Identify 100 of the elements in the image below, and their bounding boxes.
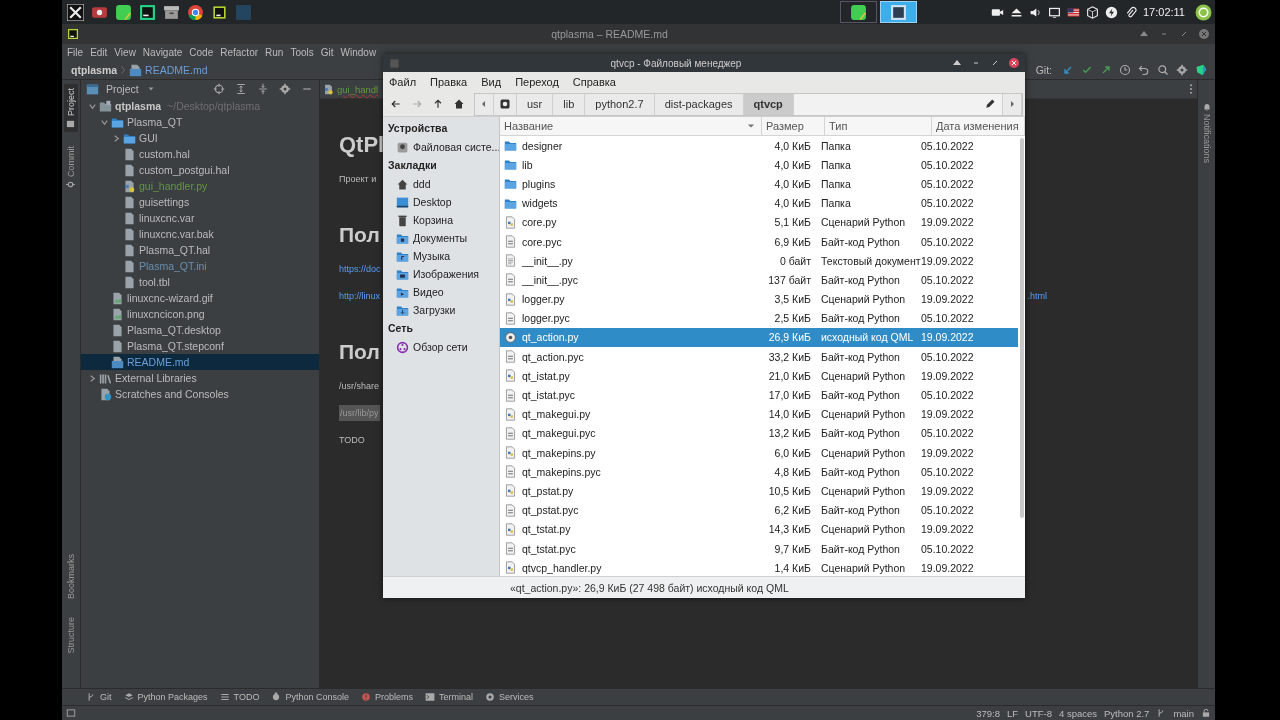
up-icon[interactable] bbox=[432, 98, 444, 110]
file-row[interactable]: qt_tstat.pyc 9,7 КиБ Байт-код Python 05.10.2022 bbox=[500, 538, 1018, 559]
app-logo-icon[interactable] bbox=[1195, 64, 1207, 76]
column-header[interactable]: Дата изменения bbox=[932, 117, 1025, 135]
tool-tab[interactable]: Terminal bbox=[424, 692, 473, 702]
shade-icon[interactable] bbox=[1139, 29, 1149, 39]
browser-icon[interactable] bbox=[187, 3, 204, 21]
tree-item[interactable]: Plasma_QT.desktop bbox=[81, 322, 319, 338]
arrow-icon[interactable] bbox=[1062, 64, 1074, 76]
menu-item[interactable]: Tools bbox=[290, 47, 314, 58]
expand-all-icon[interactable] bbox=[235, 83, 247, 95]
tool-tab[interactable]: Services bbox=[485, 692, 534, 702]
menu-item[interactable]: Refactor bbox=[220, 47, 259, 58]
file-row[interactable]: plugins 4,0 КиБ Папка 05.10.2022 bbox=[500, 174, 1018, 194]
file-row[interactable]: qt_action.py 26,9 КиБ исходный код QML 19.09.2022 bbox=[500, 327, 1018, 348]
menu-item[interactable]: File bbox=[67, 47, 84, 58]
app-tile-icon[interactable] bbox=[139, 3, 156, 21]
place-item[interactable]: Desktop bbox=[383, 193, 499, 211]
tree-item[interactable]: GUI bbox=[81, 130, 319, 146]
file-row[interactable]: qt_istat.pyc 17,0 КиБ Байт-код Python 05.10.2022 bbox=[500, 385, 1018, 405]
status-item[interactable]: 379:8 bbox=[976, 707, 1000, 719]
tool-window-tab[interactable]: Notifications bbox=[1199, 98, 1214, 168]
tree-item[interactable]: linuxcnc.var.bak bbox=[81, 226, 319, 242]
menu-item[interactable]: Run bbox=[265, 47, 284, 58]
path-button[interactable]: python2.7 bbox=[585, 93, 655, 115]
maximize-icon[interactable] bbox=[990, 58, 1000, 68]
status-item[interactable]: Python 2.7 bbox=[1104, 707, 1150, 719]
tree-item[interactable]: gui_handler.py bbox=[81, 178, 319, 194]
file-row[interactable]: qt_pstat.py 10,5 КиБ Сценарий Python 19.09.2022 bbox=[500, 481, 1018, 501]
tree-item[interactable]: Plasma_QT bbox=[81, 114, 319, 130]
file-row[interactable]: qt_istat.py 21,0 КиБ Сценарий Python 19.09.2022 bbox=[500, 366, 1018, 386]
file-row[interactable]: logger.pyc 2,5 КиБ Байт-код Python 05.10.2022 bbox=[500, 308, 1018, 328]
menu-item[interactable]: Переход bbox=[515, 76, 559, 88]
maximize-icon[interactable] bbox=[1179, 29, 1189, 39]
tool-window-tab[interactable]: Bookmarks bbox=[64, 550, 78, 604]
clock-icon[interactable] bbox=[1119, 64, 1131, 76]
tool-tab[interactable]: Python Console bbox=[271, 692, 349, 702]
file-row[interactable]: qt_makepins.pyc 4,8 КиБ Байт-код Python 05.10.2022 bbox=[500, 462, 1018, 482]
tool-tab[interactable]: TODO bbox=[219, 692, 260, 702]
place-item[interactable]: Видео bbox=[383, 283, 499, 301]
shade-icon[interactable] bbox=[952, 58, 962, 68]
file-row[interactable]: widgets 4,0 КиБ Папка 05.10.2022 bbox=[500, 193, 1018, 213]
file-row[interactable]: core.pyc 6,9 КиБ Байт-код Python 05.10.2022 bbox=[500, 231, 1018, 252]
tree-item[interactable]: custom.hal bbox=[81, 146, 319, 162]
path-button[interactable]: dist-packages bbox=[654, 93, 744, 115]
menu-item[interactable]: Git bbox=[320, 47, 334, 58]
flag-icon[interactable] bbox=[1067, 5, 1080, 19]
path-button[interactable]: lib bbox=[553, 93, 586, 115]
tool-window-tab[interactable]: Project bbox=[64, 84, 78, 132]
back-icon[interactable] bbox=[390, 98, 402, 110]
status-item[interactable]: main bbox=[1173, 707, 1194, 719]
editor-tab[interactable]: gui_handl bbox=[323, 80, 379, 98]
eject-icon[interactable] bbox=[1010, 5, 1023, 19]
collapse-all-icon[interactable] bbox=[257, 83, 269, 95]
menu-item[interactable]: Справка bbox=[572, 76, 616, 88]
place-item[interactable]: ddd bbox=[383, 175, 499, 193]
file-row[interactable]: logger.py 3,5 КиБ Сценарий Python 19.09.2022 bbox=[500, 289, 1018, 309]
place-item[interactable]: Файловая систе... bbox=[383, 138, 499, 156]
settings-icon[interactable] bbox=[279, 83, 291, 95]
home-icon[interactable] bbox=[453, 98, 465, 110]
file-row[interactable]: qt_makegui.py 14,0 КиБ Сценарий Python 19.09.2022 bbox=[500, 404, 1018, 424]
app-tile-icon[interactable] bbox=[211, 3, 228, 21]
arrow-icon[interactable] bbox=[1100, 64, 1112, 76]
column-header[interactable]: Тип bbox=[825, 117, 932, 135]
menu-item[interactable]: Window bbox=[340, 47, 377, 58]
place-item[interactable]: Корзина bbox=[383, 211, 499, 229]
place-item[interactable]: Документы bbox=[383, 229, 499, 247]
power-icon[interactable] bbox=[1195, 3, 1212, 21]
tool-window-tab[interactable]: Commit bbox=[64, 142, 78, 193]
menu-item[interactable]: Файл bbox=[389, 76, 417, 88]
file-row[interactable]: qt_pstat.pyc 6,2 КиБ Байт-код Python 05.10.2022 bbox=[500, 500, 1018, 520]
menu-item[interactable]: Code bbox=[189, 47, 214, 58]
archive-icon[interactable] bbox=[163, 3, 180, 21]
file-row[interactable]: __init__.pyc 137 байт Байт-код Python 05.10.2022 bbox=[500, 270, 1018, 290]
link[interactable]: .html bbox=[1027, 288, 1047, 304]
status-item[interactable]: LF bbox=[1006, 707, 1019, 719]
status-item[interactable]: 4 spaces bbox=[1058, 707, 1097, 719]
path-button[interactable]: qtvcp bbox=[743, 93, 794, 115]
settings-icon[interactable] bbox=[1176, 64, 1188, 76]
file-row[interactable]: lib 4,0 КиБ Папка 05.10.2022 bbox=[500, 155, 1018, 175]
check-icon[interactable] bbox=[1081, 64, 1093, 76]
sort-icon[interactable] bbox=[747, 122, 755, 130]
box-icon[interactable] bbox=[1086, 5, 1099, 19]
link[interactable]: http://linux bbox=[339, 288, 381, 304]
taskbar-window-button[interactable] bbox=[840, 1, 877, 23]
drive-button[interactable] bbox=[494, 93, 517, 115]
file-row[interactable]: qtvcp_handler.py 1,4 КиБ Сценарий Python 19.09.2022 bbox=[500, 558, 1018, 576]
tree-item[interactable]: linuxcnc.var bbox=[81, 210, 319, 226]
column-header[interactable]: Название bbox=[500, 117, 762, 135]
status-item[interactable]: UTF-8 bbox=[1025, 707, 1052, 719]
panel-title[interactable]: Project bbox=[106, 83, 139, 95]
file-row[interactable]: qt_makegui.pyc 13,2 КиБ Байт-код Python 05.10.2022 bbox=[500, 423, 1018, 443]
monitor-icon[interactable] bbox=[1048, 5, 1061, 19]
menu-item[interactable]: Вид bbox=[481, 76, 502, 88]
crosshair-icon[interactable] bbox=[213, 83, 225, 95]
place-item[interactable]: Музыка bbox=[383, 247, 499, 265]
file-row[interactable]: core.py 5,1 КиБ Сценарий Python 19.09.2022 bbox=[500, 212, 1018, 232]
file-row[interactable]: designer 4,0 КиБ Папка 05.10.2022 bbox=[500, 136, 1018, 156]
column-header[interactable]: Размер bbox=[762, 117, 825, 135]
place-item[interactable]: Обзор сети bbox=[383, 338, 499, 356]
